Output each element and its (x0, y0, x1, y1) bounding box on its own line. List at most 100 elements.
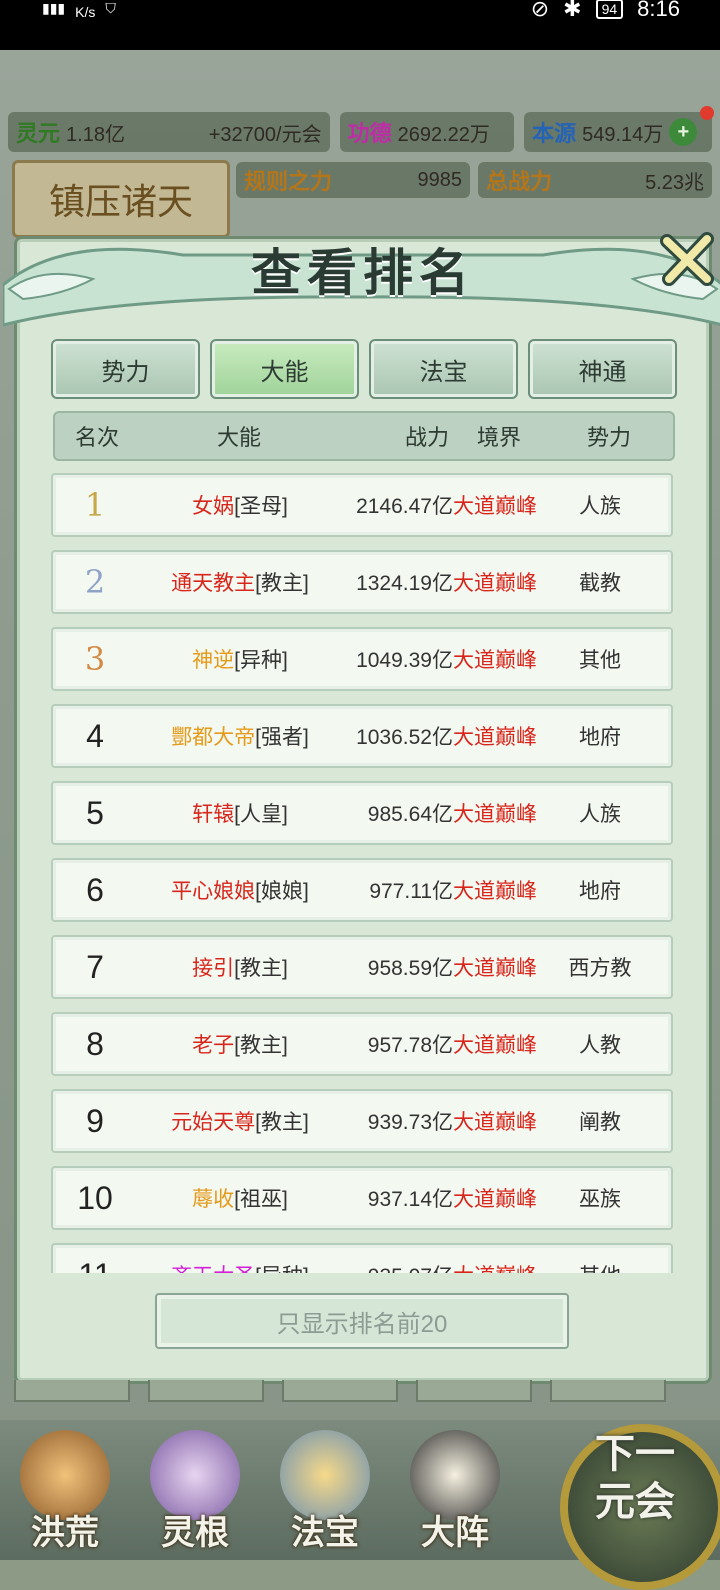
next-era-button[interactable]: 下一 元会 (560, 1420, 720, 1590)
table-row[interactable]: 1 女娲[圣母] 2146.47亿 大道巅峰 人族 (51, 473, 673, 537)
ranking-tabs: 势力 大能 法宝 神通 (51, 339, 677, 399)
close-icon (660, 232, 714, 286)
nav-linggen[interactable]: 灵根 (130, 1420, 260, 1560)
faction-value: 人族 (579, 495, 621, 518)
table-row[interactable]: 11齐天大圣[异种]935.07亿大道巅峰其他 (51, 1243, 673, 1273)
header-realm: 境界 (476, 425, 521, 450)
bluetooth-icon: ✱ (563, 0, 582, 21)
character-title: [强者] (255, 726, 309, 749)
guize-label: 规则之力 (244, 169, 333, 194)
signal-icon: ▮▮▮ (42, 0, 66, 16)
tab-fabao[interactable]: 法宝 (369, 339, 518, 399)
add-resource-button[interactable]: + (669, 118, 698, 146)
nav-honghuang[interactable]: 洪荒 (0, 1420, 130, 1560)
character-title: [教主] (255, 1111, 309, 1134)
table-row[interactable]: 10 蓐收[祖巫] 937.14亿 大道巅峰 巫族 (51, 1166, 673, 1230)
power-value: 1324.19亿 (356, 572, 453, 595)
rank-number: 1 (84, 486, 106, 524)
character-name: 酆都大帝 (171, 726, 256, 749)
character-name-cell: 神逆[异种] (137, 644, 343, 674)
power-value: 958.59亿 (367, 957, 453, 980)
notification-dot (699, 106, 714, 120)
zongzhanli-value: 5.23兆 (645, 171, 704, 194)
character-title: [异种] (255, 1265, 309, 1273)
character-name-cell: 蓐收[祖巫] (137, 1183, 343, 1213)
faction-value: 人教 (579, 1034, 621, 1057)
rank-number: 3 (84, 640, 106, 678)
table-row[interactable]: 6 平心娘娘[娘娘] 977.11亿 大道巅峰 地府 (51, 858, 673, 922)
nav-fabao[interactable]: 法宝 (260, 1420, 390, 1560)
power-value: 985.64亿 (367, 803, 453, 826)
character-name-cell: 轩辕[人皇] (137, 798, 343, 828)
table-row[interactable]: 7 接引[教主] 958.59亿 大道巅峰 西方教 (51, 935, 673, 999)
character-name: 齐天大圣 (171, 1265, 255, 1273)
table-row[interactable]: 2 通天教主[教主] 1324.19亿 大道巅峰 截教 (51, 550, 673, 614)
tab-shili[interactable]: 势力 (51, 339, 200, 399)
rank-number: 8 (86, 1025, 104, 1062)
table-row[interactable]: 8 老子[教主] 957.78亿 大道巅峰 人教 (51, 1012, 673, 1076)
table-row[interactable]: 5 轩辕[人皇] 985.64亿 大道巅峰 人族 (51, 781, 673, 845)
faction-value: 地府 (579, 726, 621, 749)
character-title: [圣母] (234, 495, 288, 518)
character-name: 蓐收 (192, 1188, 235, 1211)
lingyuan-value: 1.18亿 (66, 124, 125, 146)
power-value: 935.07亿 (343, 1260, 453, 1273)
realm-value: 大道巅峰 (453, 1260, 545, 1273)
tab-shentong[interactable]: 神通 (528, 339, 677, 399)
lingyuan-rate: +32700/元会 (208, 123, 322, 146)
character-name: 老子 (192, 1034, 235, 1057)
lingyuan-label: 灵元 (16, 121, 61, 146)
realm-value: 大道巅峰 (453, 880, 537, 903)
character-title: [祖巫] (234, 1188, 288, 1211)
table-row[interactable]: 3 神逆[异种] 1049.39亿 大道巅峰 其他 (51, 627, 673, 691)
battery-indicator: 94 (595, 0, 624, 19)
realm-value: 大道巅峰 (453, 572, 537, 595)
power-value: 977.11亿 (369, 880, 453, 903)
network-speed: K/s (75, 4, 96, 20)
faction-value: 地府 (579, 880, 621, 903)
rank-number: 5 (86, 794, 104, 831)
ranking-list[interactable]: 1 女娲[圣母] 2146.47亿 大道巅峰 人族 2 通天教主[教主] 1324.19亿 大道… (51, 473, 673, 1273)
realm-value: 大道巅峰 (453, 495, 537, 518)
background-slot (148, 1380, 264, 1402)
realm-value: 大道巅峰 (453, 957, 537, 980)
realm-value: 大道巅峰 (453, 726, 537, 749)
header-faction: 势力 (586, 425, 631, 450)
faction-value: 人族 (579, 803, 621, 826)
power-value: 1049.39亿 (356, 649, 453, 672)
zongzhanli-stat: 总战力 5.23兆 (478, 162, 712, 198)
next-era-label-line2: 元会 (595, 1478, 675, 1525)
character-title: [教主] (234, 1034, 288, 1057)
character-name-cell: 老子[教主] (137, 1029, 343, 1059)
table-row[interactable]: 9 元始天尊[教主] 939.73亿 大道巅峰 阐教 (51, 1089, 673, 1153)
guize-value: 9985 (417, 168, 463, 191)
guize-stat: 规则之力 9985 (236, 162, 470, 198)
nav-dazhen-label: 大阵 (421, 1513, 489, 1553)
character-title: [人皇] (234, 803, 288, 826)
character-title: [教主] (255, 572, 309, 595)
character-name-cell: 齐天大圣[异种] (137, 1260, 343, 1273)
character-name: 平心娘娘 (171, 880, 256, 903)
character-name: 接引 (192, 957, 235, 980)
header-power: 战力 (404, 425, 449, 450)
character-name-cell: 酆都大帝[强者] (137, 721, 343, 751)
table-header: 名次 大能 战力 境界 势力 (53, 411, 675, 461)
faction-value: 巫族 (579, 1188, 621, 1211)
close-button[interactable] (657, 229, 717, 289)
table-row[interactable]: 4 酆都大帝[强者] 1036.52亿 大道巅峰 地府 (51, 704, 673, 768)
character-title: [异种] (234, 649, 288, 672)
character-name-cell: 元始天尊[教主] (137, 1106, 343, 1136)
tab-daneng[interactable]: 大能 (210, 339, 359, 399)
resource-bar: 灵元 1.18亿 +32700/元会 功德 2692.22万 本源 549.14万… (8, 106, 714, 152)
gongde-value: 2692.22万 (397, 123, 490, 146)
top20-toggle-button[interactable]: 只显示排名前20 (155, 1293, 569, 1349)
shield-icon: ⛉ (105, 0, 116, 16)
character-title: [娘娘] (255, 880, 309, 903)
nav-dazhen[interactable]: 大阵 (390, 1420, 520, 1560)
rank-number: 11 (53, 1257, 137, 1274)
header-name: 大能 (216, 425, 261, 450)
next-era-label: 下一 元会 (560, 1430, 710, 1526)
stats-row: 规则之力 9985 总战力 5.23兆 (236, 162, 712, 198)
power-value: 2146.47亿 (356, 495, 453, 518)
next-era-label-line1: 下一 (595, 1430, 675, 1477)
